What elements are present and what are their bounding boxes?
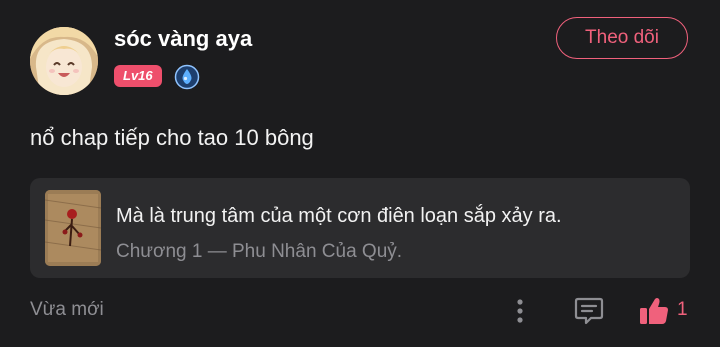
thumbs-up-icon[interactable] <box>638 295 670 327</box>
timestamp: Vừa mới <box>30 299 104 320</box>
chapter-card[interactable]: Mà là trung tâm của một cơn điên loạn sắ… <box>30 178 690 278</box>
book-cover-thumbnail <box>45 190 101 266</box>
follow-button[interactable]: Theo dõi <box>556 17 688 59</box>
water-drop-badge-icon <box>174 64 200 90</box>
username[interactable]: sóc vàng aya <box>114 26 252 52</box>
anime-girl-avatar <box>30 27 98 95</box>
like-count: 1 <box>677 299 688 320</box>
chapter-meta: Chương 1 — Phu Nhân Của Quỷ. <box>116 241 403 262</box>
comment-text: nổ chap tiếp cho tao 10 bông <box>30 125 314 150</box>
chapter-quote: Mà là trung tâm của một cơn điên loạn sắ… <box>116 205 562 227</box>
avatar[interactable] <box>30 27 98 95</box>
message-icon[interactable] <box>573 296 605 326</box>
level-badge: Lv16 <box>114 65 162 87</box>
vertical-dots-icon[interactable] <box>510 296 530 326</box>
